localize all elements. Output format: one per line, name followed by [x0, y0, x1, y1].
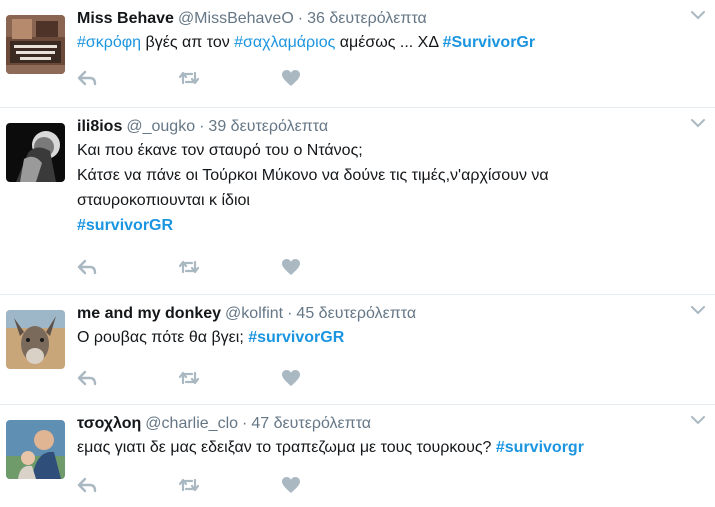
- heart-icon[interactable]: [281, 68, 301, 88]
- separator: ·: [199, 118, 205, 135]
- tweet-header: ili8ios @_ougko · 39 δευτερόλεπτα: [77, 116, 703, 138]
- timeline: Miss Behave @MissBehaveO · 36 δευτερόλεπτα …: [0, 0, 715, 507]
- tweet-text-segment: βγές απ τον: [141, 34, 235, 51]
- fullname[interactable]: τσοχλοη: [77, 415, 141, 432]
- username[interactable]: @charlie_clo: [145, 415, 238, 432]
- chevron-down-icon[interactable]: [691, 118, 705, 128]
- tweet[interactable]: me and my donkey @kolfint · 45 δευτερόλεπτα…: [0, 295, 715, 405]
- tweet-text-line: Κάτσε να πάνε οι Τούρκοι Μύκονο να δούνε…: [77, 167, 549, 209]
- retweet-icon[interactable]: [179, 257, 199, 277]
- reply-icon[interactable]: [77, 68, 97, 88]
- separator: ·: [297, 10, 304, 27]
- tweet-text-segment: αμέσως ... ΧΔ: [335, 34, 443, 51]
- username[interactable]: @kolfint: [225, 305, 283, 322]
- tweet-actions: [77, 460, 703, 507]
- tweet-actions: [77, 350, 703, 406]
- heart-icon[interactable]: [281, 475, 301, 495]
- hashtag-link[interactable]: #survivorGR: [248, 329, 344, 346]
- username[interactable]: @MissBehaveO: [178, 10, 294, 27]
- fullname[interactable]: ili8ios: [77, 118, 122, 135]
- avatar[interactable]: [6, 420, 65, 479]
- tweet[interactable]: Miss Behave @MissBehaveO · 36 δευτερόλεπτα …: [0, 0, 715, 108]
- tweet-text: Ο ρουβας πότε θα βγει; #survivorGR: [77, 325, 703, 350]
- avatar[interactable]: [6, 15, 65, 74]
- reply-icon[interactable]: [77, 257, 97, 277]
- retweet-icon[interactable]: [179, 68, 199, 88]
- hashtag-link[interactable]: #σαχλαμάριος: [234, 34, 335, 51]
- tweet-text: Και που έκανε τον σταυρό του ο Ντάνος; Κ…: [77, 138, 577, 238]
- chevron-down-icon[interactable]: [691, 10, 705, 20]
- avatar[interactable]: [6, 310, 65, 369]
- tweet-text-line: Και που έκανε τον σταυρό του ο Ντάνος;: [77, 142, 363, 159]
- tweet-text: #σκρόφη βγές απ τον #σαχλαμάριος αμέσως …: [77, 30, 703, 55]
- tweet[interactable]: τσοχλοη @charlie_clo · 47 δευτερόλεπτα εμας…: [0, 405, 715, 507]
- tweet-header: me and my donkey @kolfint · 45 δευτερόλεπτα: [77, 303, 703, 325]
- hashtag-link[interactable]: #survivorGR: [77, 217, 173, 234]
- reply-icon[interactable]: [77, 475, 97, 495]
- chevron-down-icon[interactable]: [691, 415, 705, 425]
- fullname[interactable]: Miss Behave: [77, 10, 174, 27]
- tweet-actions: [77, 55, 703, 101]
- heart-icon[interactable]: [281, 368, 301, 388]
- retweet-icon[interactable]: [179, 368, 199, 388]
- heart-icon[interactable]: [281, 257, 301, 277]
- tweet-text-segment: εμας γιατι δε μας εδειξαν το τραπεζωμα μ…: [77, 439, 496, 456]
- tweet-actions: [77, 238, 703, 296]
- tweet-text: εμας γιατι δε μας εδειξαν το τραπεζωμα μ…: [77, 435, 703, 460]
- timestamp[interactable]: 45 δευτερόλεπτα: [296, 305, 416, 322]
- tweet-header: Miss Behave @MissBehaveO · 36 δευτερόλεπτα: [77, 8, 703, 30]
- timestamp[interactable]: 36 δευτερόλεπτα: [307, 10, 427, 27]
- tweet[interactable]: ili8ios @_ougko · 39 δευτερόλεπτα Και που έ…: [0, 108, 715, 295]
- hashtag-link[interactable]: #survivorgr: [496, 439, 584, 456]
- tweet-header: τσοχλοη @charlie_clo · 47 δευτερόλεπτα: [77, 413, 703, 435]
- hashtag-link[interactable]: #σκρόφη: [77, 34, 141, 51]
- retweet-icon[interactable]: [179, 475, 199, 495]
- timestamp[interactable]: 39 δευτερόλεπτα: [208, 118, 328, 135]
- timestamp[interactable]: 47 δευτερόλεπτα: [251, 415, 371, 432]
- avatar[interactable]: [6, 123, 65, 182]
- reply-icon[interactable]: [77, 368, 97, 388]
- username[interactable]: @_ougko: [126, 118, 195, 135]
- tweet-text-segment: Ο ρουβας πότε θα βγει;: [77, 329, 249, 346]
- fullname[interactable]: me and my donkey: [77, 305, 221, 322]
- separator: ·: [242, 415, 248, 432]
- separator: ·: [287, 305, 293, 322]
- chevron-down-icon[interactable]: [691, 305, 705, 315]
- hashtag-link[interactable]: #SurvivorGr: [443, 34, 535, 51]
